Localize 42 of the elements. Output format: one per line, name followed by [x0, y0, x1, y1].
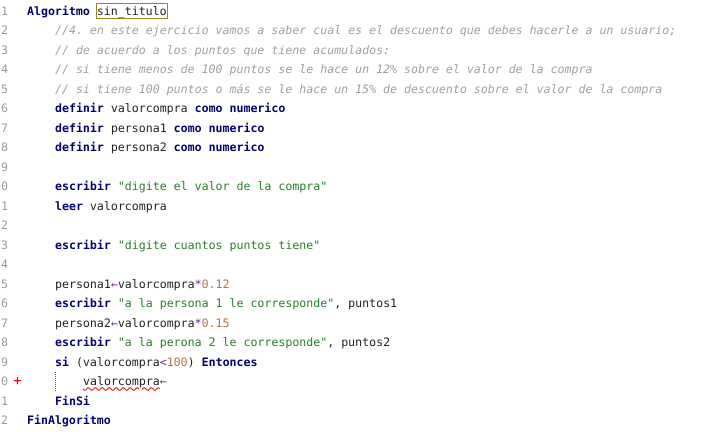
line-number: 2: [0, 23, 8, 38]
line-number: 7: [0, 316, 8, 330]
line-number: 0: [0, 179, 8, 194]
line-number: 9: [0, 354, 8, 369]
code-line: Algoritmo sin_titulo: [27, 4, 167, 18]
code-line: persona1←valorcompra*0.12: [55, 276, 230, 291]
code-line: definir valorcompra como numerico: [55, 101, 286, 116]
code-line: leer valorcompra: [55, 198, 167, 213]
code-line: valorcompra←: [83, 374, 167, 388]
line-number: 3: [0, 238, 8, 252]
code-line: definir persona2 como numerico: [55, 140, 264, 154]
code-line: FinAlgoritmo: [27, 413, 111, 428]
code-line: escribir "a la perona 2 le corresponde", puntos2: [55, 335, 390, 350]
line-number: 6: [0, 296, 8, 310]
code-line: // de acuerdo a los puntos que tiene acumulados:: [55, 42, 390, 57]
line-number: 8: [0, 140, 8, 154]
line-number: 6: [0, 101, 8, 116]
line-number: 7: [0, 120, 8, 135]
code-line: persona2←valorcompra*0.15: [55, 316, 230, 330]
line-number: 1: [0, 4, 8, 18]
line-number: 3: [0, 42, 8, 57]
code-line: //4. en este ejercicio vamos a saber cual es el descuento que debes hacerle a un usuario;: [55, 23, 676, 38]
line-number: 8: [0, 335, 8, 350]
code-line: // si tiene 100 puntos o más se le hace un 15% de descuento sobre el valor de la compra: [55, 82, 662, 96]
fold-marker[interactable]: +: [13, 374, 22, 388]
line-number: 1: [0, 198, 8, 213]
line-number: 2: [0, 218, 8, 232]
line-number: 2: [0, 413, 8, 428]
code-line: escribir "a la persona 1 le corresponde", puntos1: [55, 296, 398, 310]
line-number: 9: [0, 160, 8, 174]
code-line: escribir "digite el valor de la compra": [55, 179, 328, 194]
line-number: 4: [0, 257, 8, 272]
line-number: 0: [0, 374, 8, 388]
line-number: 1: [0, 394, 8, 408]
line-number: 5: [0, 82, 8, 96]
code-line: definir persona1 como numerico: [55, 120, 264, 135]
code-line: escribir "digite cuantos puntos tiene": [55, 238, 320, 252]
code-line: si (valorcompra<100) Entonces: [55, 354, 258, 369]
line-number: 5: [0, 276, 8, 291]
line-number: 4: [0, 62, 8, 76]
code-line: // si tiene menos de 100 puntos se le hace un 12% sobre el valor de la compra: [55, 62, 592, 76]
code-line: FinSi: [55, 394, 90, 408]
